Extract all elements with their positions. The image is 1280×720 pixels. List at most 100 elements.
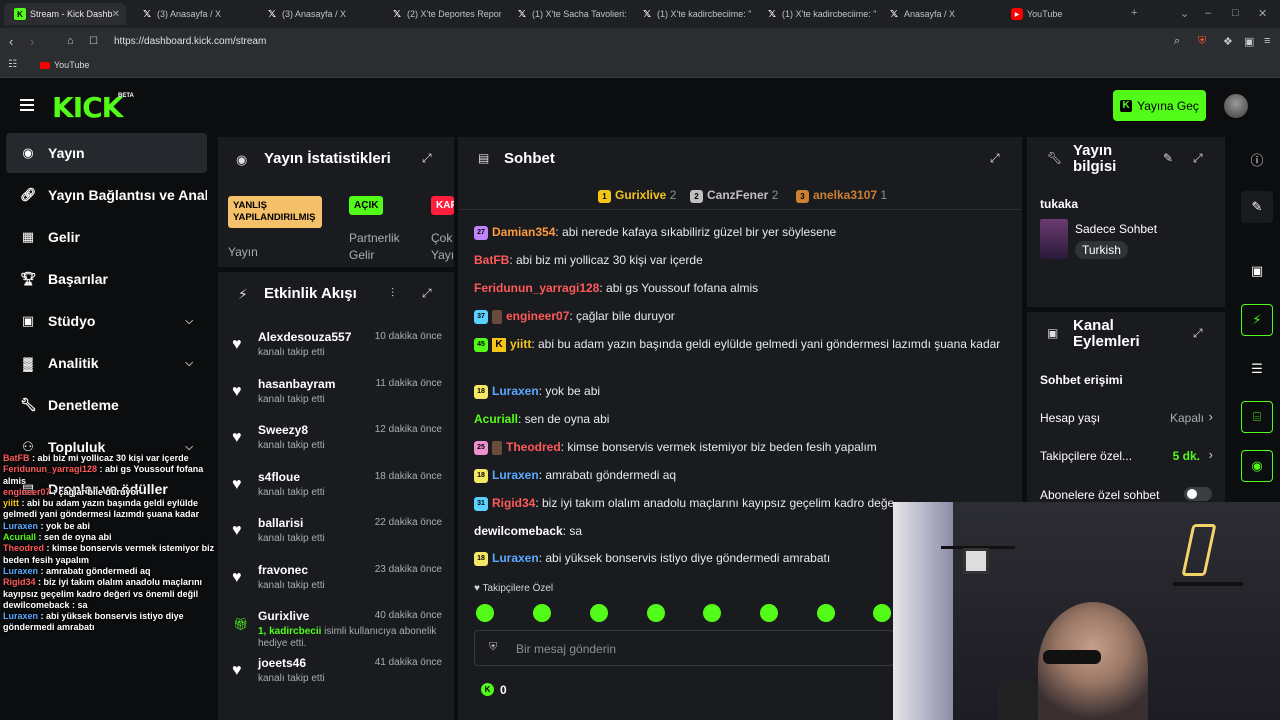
apps-grid-icon[interactable]: ☷ (8, 59, 17, 70)
chat-message[interactable]: Feridunun_yarragi128: abi gs Youssouf fo… (474, 279, 1004, 298)
sidebar-item-revenue[interactable]: ▦ Gelir (6, 217, 207, 257)
chat-message[interactable]: 25 Theodred: kimse bonservis vermek istem… (474, 438, 1004, 457)
record-icon[interactable]: ◉ (1241, 450, 1273, 482)
filter-icon[interactable]: ⫶ (391, 286, 394, 301)
extensions-icon[interactable]: ❖ (1223, 35, 1233, 48)
chat-message[interactable]: Acuriall: sen de oyna abi (474, 410, 1004, 429)
expand-icon[interactable]: ⤢ (422, 286, 432, 301)
sunglasses (1043, 650, 1101, 664)
browser-tab[interactable]: 𝕏 (3) Anasayfa / X (256, 3, 376, 25)
kick-logo[interactable]: KICK (52, 91, 123, 124)
top-gifter[interactable]: 3 anelka3107 1 (796, 188, 887, 203)
frame (963, 548, 989, 574)
kick-points-icon[interactable]: K (481, 683, 494, 696)
top-gifter[interactable]: 2 CanzFener 2 (690, 188, 778, 203)
chat-message[interactable]: 27 Damian354: abi nerede kafaya sıkabilir… (474, 223, 1004, 242)
activity-item[interactable]: ♥ s4floue kanalı takip etti 18 dakika önce (218, 470, 454, 516)
home-icon[interactable]: ⌂ (67, 35, 74, 47)
sidebar-item-stream[interactable]: ◉ Yayın (6, 133, 207, 173)
x-icon: 𝕏 (889, 8, 899, 20)
expand-icon[interactable]: ⤢ (422, 151, 432, 166)
emote-icon[interactable] (533, 604, 551, 622)
go-live-button[interactable]: K Yayına Geç (1113, 90, 1206, 121)
close-tab-icon[interactable]: ✕ (112, 9, 120, 20)
subscribers-only-toggle[interactable] (1184, 487, 1212, 501)
bookmark-youtube[interactable]: YouTube (40, 60, 89, 70)
chat-message[interactable]: 45 Kyiitt: abi bu adam yazın başında geld… (474, 335, 1004, 354)
edit-icon[interactable]: ✎ (1163, 151, 1173, 165)
chat-icon[interactable]: ⌸ (1241, 401, 1273, 433)
stream-stats-panel: ◉ Yayın İstatistikleri ⤢ YANLIŞ YAPILAND… (218, 137, 454, 267)
sidebar-item-stream-key[interactable]: 🔗︎Yayın Bağlantısı ve Anahtarı (6, 175, 207, 215)
activity-item[interactable]: ♥ Alexdesouza557 kanalı takip etti 10 dakik… (218, 330, 454, 376)
browser-tab[interactable]: 𝕏 (2) X'te Deportes Reports (381, 3, 501, 25)
sidebar-item-moderation[interactable]: 🔧︎ Denetleme (6, 385, 207, 425)
activity-item[interactable]: 🎁︎ Gurixlive 1, kadircbecii isimli kullanı… (218, 609, 454, 655)
close-window-icon[interactable]: ✕ (1258, 7, 1267, 20)
chat-input[interactable]: ⛨ Bir mesaj gönderin (474, 630, 894, 666)
browser-tab[interactable]: K Stream - Kick Dashb ✕ (4, 3, 126, 25)
zoom-icon[interactable]: ⌕ (1174, 35, 1180, 48)
overlay-chat-line: Theodred : kimse bonservis vermek istemi… (3, 543, 215, 565)
activity-item[interactable]: ♥ hasanbayram kanalı takip etti 11 dakika ö… (218, 377, 454, 423)
sidebar-item-analytics[interactable]: ▓ Analitik ⌵ (6, 343, 207, 383)
expand-icon[interactable]: ⤢ (1193, 326, 1203, 341)
expand-icon[interactable]: ⤢ (1193, 151, 1203, 166)
emote-icon[interactable] (476, 604, 494, 622)
list-icon[interactable]: ☰ (1241, 353, 1273, 385)
url-field[interactable]: https://dashboard.kick.com/stream (114, 36, 266, 47)
hamburger-menu-icon[interactable] (20, 99, 34, 114)
bookmark-icon[interactable]: ☐ (89, 36, 98, 47)
edit-icon[interactable]: ✎ (1241, 191, 1273, 223)
activity-item[interactable]: ♥ fravonec kanalı takip etti 23 dakika önce (218, 563, 454, 609)
forward-icon[interactable]: › (30, 34, 34, 49)
tab-list-icon[interactable]: ⌄ (1180, 7, 1189, 20)
user-avatar-icon (492, 309, 502, 324)
chat-message[interactable]: 31 Rigid34: biz iyi takım olalım anadolu … (474, 494, 894, 512)
beta-label: BETA (118, 93, 134, 99)
browser-tab[interactable]: ▶ YouTube (1001, 3, 1121, 25)
top-gifter[interactable]: 1 Gurixlive 2 (598, 188, 676, 203)
studio-icon: ▣ (21, 313, 35, 328)
activity-item[interactable]: ♥ joeets46 kanalı takip etti 41 dakika önce (218, 656, 454, 702)
new-tab-icon[interactable]: + (1131, 7, 1137, 19)
followers-only-row[interactable]: Takipçilere özel... 5 dk. › (1027, 438, 1225, 474)
activity-item[interactable]: ♥ ballarisi kanalı takip etti 22 dakika önc… (218, 516, 454, 562)
info-icon[interactable]: ⓘ (1241, 143, 1273, 175)
sidebar-item-achievements[interactable]: 🏆︎ Başarılar (6, 259, 207, 299)
chat-message[interactable]: 18 Luraxen: amrabatı göndermedi aq (474, 466, 1004, 485)
bookmarks-bar: ☷ YouTube (0, 56, 1280, 78)
emote-icon[interactable] (590, 604, 608, 622)
lightning-icon[interactable]: ⚡ (1241, 304, 1273, 336)
chat-message[interactable]: BatFB: abi biz mi yollicaz 30 kişi var i… (474, 251, 1004, 270)
minimize-icon[interactable]: – (1205, 7, 1211, 19)
wallet-icon[interactable]: ▣ (1244, 35, 1254, 48)
emote-icon[interactable] (647, 604, 665, 622)
browser-tab[interactable]: 𝕏 (3) Anasayfa / X (131, 3, 251, 25)
emote-icon[interactable] (703, 604, 721, 622)
menu-icon[interactable]: ≡ (1264, 35, 1270, 47)
emote-icon[interactable] (760, 604, 778, 622)
avatar[interactable] (1224, 94, 1248, 118)
sidebar-item-studio[interactable]: ▣ Stüdyo ⌵ (6, 301, 207, 341)
video-icon[interactable]: ▣ (1241, 255, 1273, 287)
language-tag[interactable]: Turkish (1075, 241, 1128, 259)
level-badge: 18 (474, 468, 488, 483)
maximize-icon[interactable]: □ (1232, 7, 1239, 19)
browser-tab[interactable]: 𝕏 (1) X'te Sacha Tavolieri: " (506, 3, 626, 25)
emote-icon[interactable] (817, 604, 835, 622)
subscribers-only-row[interactable]: Abonelere özel sohbet (1027, 478, 1225, 502)
chat-message[interactable]: 37 engineer07: çağlar bile duruyor (474, 307, 1004, 326)
back-icon[interactable]: ‹ (9, 34, 13, 49)
activity-item[interactable]: ♥ Sweezy8 kanalı takip etti 12 dakika önce (218, 423, 454, 469)
top-gifters-bar: 1 Gurixlive 2 2 CanzFener 2 3 anelka3107 1 (458, 180, 1022, 210)
emote-icon[interactable] (873, 604, 891, 622)
brave-shield-icon[interactable]: ⛨ (1198, 35, 1206, 48)
x-icon: 𝕏 (392, 8, 402, 20)
browser-tab[interactable]: 𝕏(1) X'te kadircbeciime: "htt (631, 3, 751, 25)
browser-tab[interactable]: 𝕏(1) X'te kadircbeciime: "htt (756, 3, 876, 25)
account-age-row[interactable]: Hesap yaşı Kapalı › (1027, 400, 1225, 436)
chat-message[interactable]: 18 Luraxen: yok be abi (474, 382, 1004, 401)
browser-tab[interactable]: 𝕏 Anasayfa / X (878, 3, 996, 25)
expand-icon[interactable]: ⤢ (990, 151, 1000, 166)
